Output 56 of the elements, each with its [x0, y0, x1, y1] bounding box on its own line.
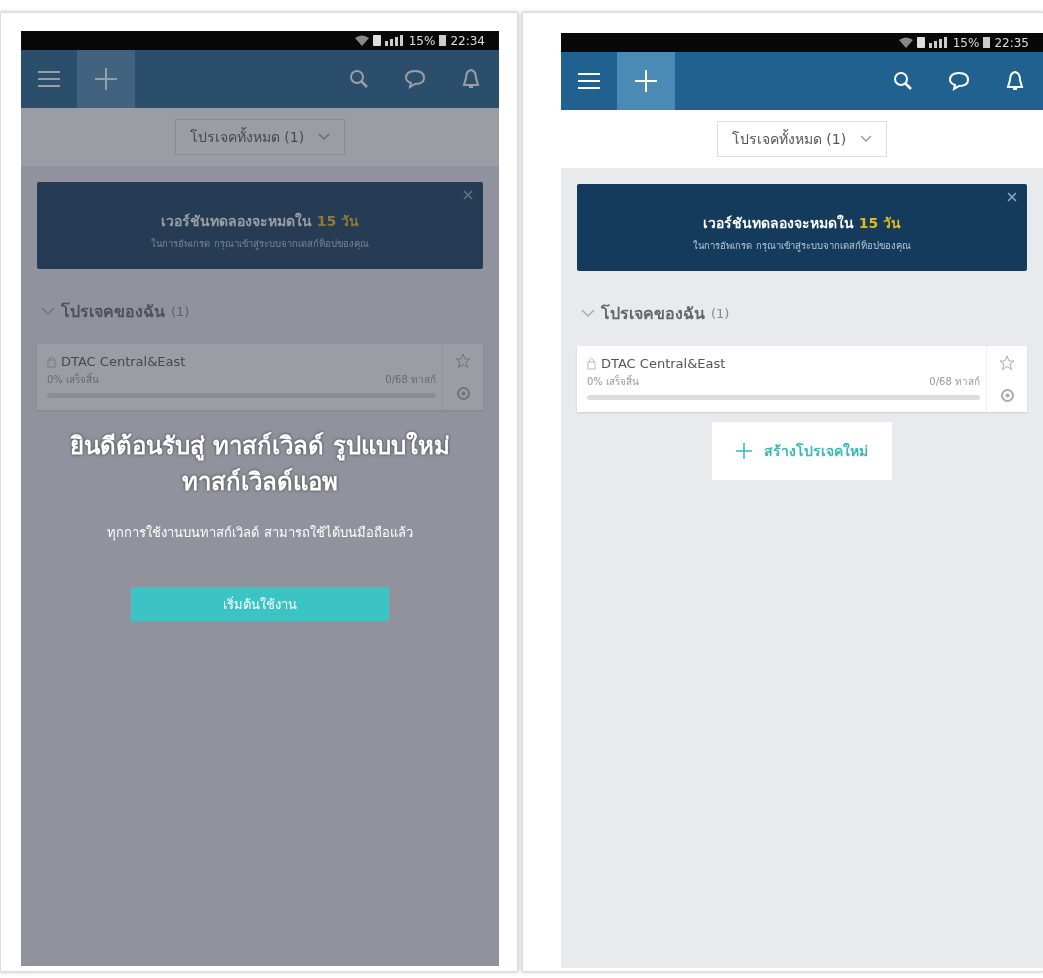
plus-icon [95, 68, 117, 90]
battery-percent: 15% [408, 33, 436, 48]
close-button[interactable] [1007, 192, 1017, 202]
project-card[interactable]: DTAC Central&East 0% เสร็จสิ้น 0/68 ทาสก์ [577, 346, 1027, 412]
sim-icon [916, 37, 925, 48]
progress-text: 0% เสร็จสิ้น [587, 374, 640, 389]
battery-percent: 15% [952, 35, 980, 50]
battery-icon [439, 35, 447, 46]
plus-icon [736, 443, 752, 459]
plus-icon [635, 70, 657, 92]
section-count: (1) [711, 306, 730, 321]
add-button[interactable] [77, 50, 135, 108]
trial-title: เวอร์ชันทดลองจะหมดใน 15 วัน [701, 213, 903, 233]
task-count: 0/68 ทาสก์ [929, 375, 980, 389]
signal-icon [384, 35, 405, 46]
section-title: โปรเจคของฉัน [61, 301, 165, 323]
bell-icon [462, 68, 480, 90]
get-started-button[interactable]: เริ่มต้นใช้งาน [131, 587, 389, 621]
chevron-down-icon [318, 133, 331, 141]
trial-subtitle: ในการอัพเกรด กรุณาเข้าสู่ระบบจากเดสก์ท็อปของคุณ [150, 237, 370, 251]
star-icon[interactable] [999, 354, 1015, 371]
section-title: โปรเจคของฉัน [601, 303, 705, 325]
status-time: 22:34 [450, 33, 485, 48]
menu-icon [38, 71, 60, 87]
battery-icon [983, 37, 991, 48]
close-button[interactable] [463, 190, 473, 200]
chevron-icon[interactable] [581, 309, 595, 318]
add-button[interactable] [617, 52, 675, 110]
star-icon[interactable] [455, 352, 471, 369]
chat-bubble-icon [404, 69, 426, 89]
search-icon [349, 69, 369, 89]
project-filter-dropdown[interactable]: โปรเจคทั้งหมด (1) [174, 119, 346, 155]
welcome-title: ยินดีต้อนรับสู่ ทาสก์เวิลด์ รูปแบบใหม่ [70, 430, 450, 463]
lock-icon [587, 357, 596, 370]
wifi-icon [898, 37, 913, 48]
project-name: DTAC Central&East [601, 356, 726, 371]
close-icon [463, 190, 473, 200]
project-filter-dropdown[interactable]: โปรเจคทั้งหมด (1) [716, 121, 888, 157]
sim-icon [372, 35, 381, 46]
wifi-icon [354, 35, 369, 46]
lock-icon [47, 355, 56, 368]
chevron-icon[interactable] [41, 307, 55, 316]
chevron-down-icon [860, 135, 873, 143]
signal-icon [928, 37, 949, 48]
bell-icon [1006, 70, 1024, 92]
project-name: DTAC Central&East [61, 354, 186, 369]
create-project-button[interactable]: สร้างโปรเจคใหม่ [712, 422, 892, 480]
welcome-title: ทาสก์เวิลด์แอพ [182, 467, 338, 498]
menu-icon [578, 73, 600, 89]
trial-subtitle: ในการอัพเกรด กรุณาเข้าสู่ระบบจากเดสก์ท็อปของคุณ [692, 239, 912, 253]
trial-title: เวอร์ชันทดลองจะหมดใน 15 วัน [159, 211, 361, 231]
status-time: 22:35 [994, 35, 1029, 50]
welcome-subtitle: ทุกการใช้งานบนทาสก์เวิลด์ สามารถใช้ได้บนมือถือแล้ว [107, 524, 413, 543]
search-icon [893, 71, 913, 91]
chat-bubble-icon [948, 71, 970, 91]
close-icon [1007, 192, 1017, 202]
